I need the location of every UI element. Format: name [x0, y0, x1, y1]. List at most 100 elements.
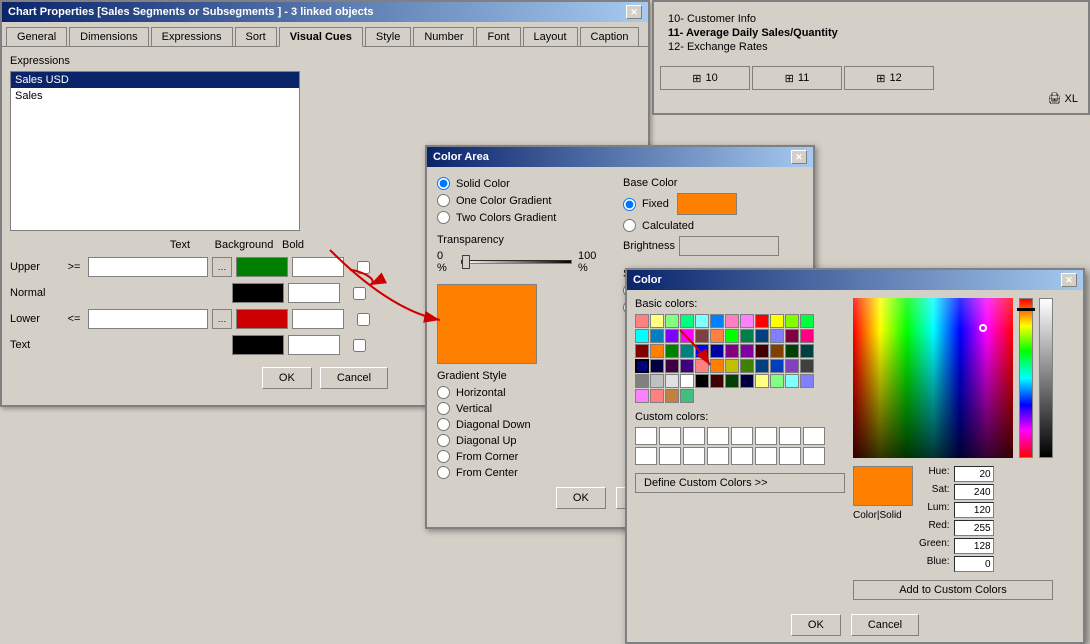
radio-solid[interactable]: Solid Color [437, 177, 607, 190]
basic-color-10[interactable] [785, 314, 799, 328]
basic-color-18[interactable] [725, 329, 739, 343]
basic-color-9[interactable] [770, 314, 784, 328]
lower-text-color[interactable] [236, 309, 288, 329]
basic-color-59[interactable] [800, 374, 814, 388]
basic-color-7[interactable] [740, 314, 754, 328]
basic-color-61[interactable] [650, 389, 664, 403]
toolbar-btn-11[interactable]: ⊞ 11 [752, 66, 842, 90]
upper-input-btn[interactable]: … [212, 257, 232, 277]
basic-color-3[interactable] [680, 314, 694, 328]
base-calculated-radio[interactable]: Calculated [623, 219, 694, 232]
basic-color-26[interactable] [665, 344, 679, 358]
lum-input[interactable] [954, 502, 994, 518]
color-picker-close[interactable]: ✕ [1061, 273, 1077, 287]
custom-color-7[interactable] [803, 427, 825, 445]
basic-color-33[interactable] [770, 344, 784, 358]
basic-color-22[interactable] [785, 329, 799, 343]
expression-item-1[interactable]: Sales [11, 88, 299, 104]
basic-color-20[interactable] [755, 329, 769, 343]
tab-layout[interactable]: Layout [523, 27, 578, 47]
basic-color-24[interactable] [635, 344, 649, 358]
basic-color-2[interactable] [665, 314, 679, 328]
basic-color-31[interactable] [740, 344, 754, 358]
tab-visual-cues[interactable]: Visual Cues [279, 27, 363, 47]
radio-two-gradient[interactable]: Two Colors Gradient [437, 211, 607, 224]
basic-color-19[interactable] [740, 329, 754, 343]
gradient-diagonal-down[interactable]: Diagonal Down [437, 418, 607, 431]
upper-input[interactable] [88, 257, 208, 277]
custom-color-8[interactable] [635, 447, 657, 465]
basic-color-57[interactable] [770, 374, 784, 388]
expression-item-0[interactable]: Sales USD [11, 72, 299, 88]
basic-color-48[interactable] [635, 374, 649, 388]
tab-general[interactable]: General [6, 27, 67, 47]
red-input[interactable] [954, 520, 994, 536]
basic-color-8[interactable] [755, 314, 769, 328]
basic-color-12[interactable] [635, 329, 649, 343]
toolbar-btn-10[interactable]: ⊞ 10 [660, 66, 750, 90]
text-bg-color[interactable] [288, 335, 340, 355]
basic-color-25[interactable] [650, 344, 664, 358]
lower-bg-color[interactable] [292, 309, 344, 329]
basic-color-16[interactable] [695, 329, 709, 343]
tab-style[interactable]: Style [365, 27, 411, 47]
basic-color-27[interactable] [680, 344, 694, 358]
basic-color-43[interactable] [740, 359, 754, 373]
spectrum-canvas[interactable] [853, 298, 1013, 458]
gradient-horizontal[interactable]: Horizontal [437, 386, 607, 399]
basic-color-52[interactable] [695, 374, 709, 388]
hue-input[interactable] [954, 466, 994, 482]
basic-color-4[interactable] [695, 314, 709, 328]
custom-color-14[interactable] [779, 447, 801, 465]
custom-color-12[interactable] [731, 447, 753, 465]
basic-color-32[interactable] [755, 344, 769, 358]
basic-color-30[interactable] [725, 344, 739, 358]
basic-color-49[interactable] [650, 374, 664, 388]
text-text-color[interactable] [232, 335, 284, 355]
custom-color-4[interactable] [731, 427, 753, 445]
hue-bar[interactable] [1019, 298, 1033, 458]
color-ok-button[interactable]: OK [791, 614, 841, 636]
tab-sort[interactable]: Sort [235, 27, 277, 47]
radio-two-gradient-input[interactable] [437, 211, 450, 224]
ok-button[interactable]: OK [262, 367, 312, 389]
tab-font[interactable]: Font [476, 27, 520, 47]
close-button[interactable]: ✕ [626, 5, 642, 19]
luminance-bar[interactable] [1039, 298, 1053, 458]
normal-text-color[interactable] [232, 283, 284, 303]
basic-color-41[interactable] [710, 359, 724, 373]
basic-color-55[interactable] [740, 374, 754, 388]
basic-color-38[interactable] [665, 359, 679, 373]
basic-color-6[interactable] [725, 314, 739, 328]
color-cancel-button[interactable]: Cancel [851, 614, 919, 636]
basic-color-42[interactable] [725, 359, 739, 373]
basic-color-11[interactable] [800, 314, 814, 328]
add-custom-button[interactable]: Add to Custom Colors [853, 580, 1053, 600]
custom-color-2[interactable] [683, 427, 705, 445]
basic-color-21[interactable] [770, 329, 784, 343]
basic-color-29[interactable] [710, 344, 724, 358]
lower-bold-check[interactable] [357, 313, 370, 326]
gradient-diagonal-up[interactable]: Diagonal Up [437, 434, 607, 447]
text-bold-check[interactable] [353, 339, 366, 352]
basic-color-1[interactable] [650, 314, 664, 328]
basic-color-56[interactable] [755, 374, 769, 388]
basic-color-5[interactable] [710, 314, 724, 328]
color-area-close[interactable]: ✕ [791, 150, 807, 164]
basic-color-51[interactable] [680, 374, 694, 388]
tab-caption[interactable]: Caption [580, 27, 640, 47]
custom-color-6[interactable] [779, 427, 801, 445]
basic-color-39[interactable] [680, 359, 694, 373]
basic-color-45[interactable] [770, 359, 784, 373]
radio-one-gradient-input[interactable] [437, 194, 450, 207]
blue-input[interactable] [954, 556, 994, 572]
green-input[interactable] [954, 538, 994, 554]
basic-color-28[interactable] [695, 344, 709, 358]
base-fixed-radio[interactable]: Fixed [623, 198, 669, 211]
basic-color-34[interactable] [785, 344, 799, 358]
basic-color-13[interactable] [650, 329, 664, 343]
custom-color-0[interactable] [635, 427, 657, 445]
basic-color-46[interactable] [785, 359, 799, 373]
custom-color-1[interactable] [659, 427, 681, 445]
lower-input-btn[interactable]: … [212, 309, 232, 329]
